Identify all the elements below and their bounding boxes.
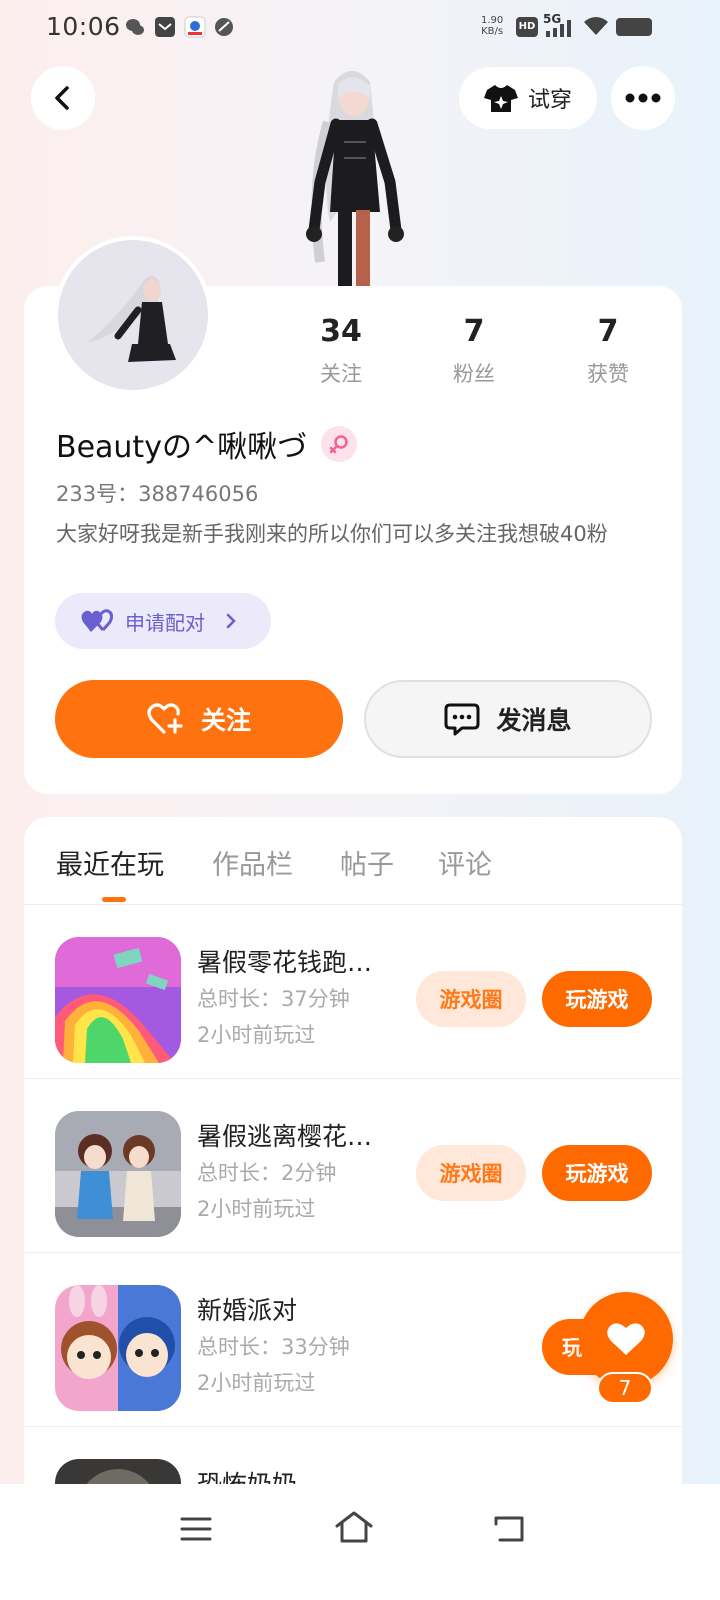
game-title: 暑假零花钱跑… [197,948,373,977]
stat-following-label: 关注 [320,362,362,386]
home-icon[interactable] [334,1510,374,1544]
back-nav-icon[interactable] [494,1514,526,1544]
game-icon[interactable] [55,937,181,1063]
avatar[interactable] [54,236,212,394]
tab-comments[interactable]: 评论 [438,843,492,882]
status-bar: 10:06 1.90 KB/s HD 5G [0,0,720,56]
play-game-button[interactable]: 玩游戏 [542,1145,652,1201]
tab-works[interactable]: 作品栏 [212,843,293,882]
feather-app-icon [215,18,233,36]
signal-icon [546,20,571,37]
play-game-button[interactable]: 玩游戏 [542,971,652,1027]
battery-icon [616,18,652,36]
stat-following[interactable]: 34 关注 [281,312,401,388]
more-dots-icon [625,93,661,103]
wechat-icon [126,19,144,35]
net-speed-unit: KB/s [481,26,504,37]
try-on-button[interactable]: 试穿 [459,67,597,129]
wifi-icon [584,17,608,35]
more-button[interactable] [611,66,675,130]
female-icon [321,426,358,462]
tab-recent[interactable]: 最近在玩 [56,843,164,882]
heart-plus-icon [147,703,183,734]
net-speed-value: 1.90 [481,15,504,26]
chevron-right-icon [226,613,236,629]
game-last-played: 2小时前玩过 [197,1371,316,1395]
game-duration: 总时长：2分钟 [197,1161,337,1185]
status-time: 10:06 [46,12,121,41]
bio: 大家好呀我是新手我刚来的所以你们可以多关注我想破40粉 [56,522,608,546]
character-avatar-full [290,62,420,286]
game-row[interactable]: 暑假逃离樱花… 总时长：2分钟 2小时前玩过 游戏圈 玩游戏 [24,1079,682,1253]
game-duration: 总时长：33分钟 [197,1335,350,1359]
net-speed: 1.90 KB/s [481,15,503,37]
username-row: Beautyの^啾啾づ [56,422,358,466]
try-on-label: 试穿 [527,88,572,113]
stat-fans-label: 粉丝 [453,362,495,386]
menu-icon[interactable] [180,1516,212,1542]
game-title: 暑假逃离樱花… [197,1122,373,1151]
apply-pair-label: 申请配对 [125,610,205,635]
mail-app-icon [155,17,175,37]
tab-posts[interactable]: 帖子 [340,843,394,882]
stat-fans[interactable]: 7 粉丝 [414,312,534,388]
send-message-label: 发消息 [496,706,572,735]
send-message-button[interactable]: 发消息 [364,680,652,758]
hd-badge: HD [516,17,538,37]
user-id-label: 233号： [56,482,139,506]
chevron-left-icon [55,86,69,110]
baidu-app-icon [184,16,206,38]
game-row[interactable]: 暑假零花钱跑… 总时长：37分钟 2小时前玩过 游戏圈 玩游戏 [24,905,682,1079]
username: Beautyの^啾啾づ [56,430,308,465]
stat-likes-label: 获赞 [587,362,629,386]
content-card: 最近在玩 作品栏 帖子 评论 暑假零花钱跑… 总时长：37分钟 2小时前玩过 游… [24,817,682,1517]
hearts-icon [81,609,113,632]
follow-label: 关注 [200,706,251,735]
tab-bar: 最近在玩 作品栏 帖子 评论 [24,817,682,905]
game-icon[interactable] [55,1111,181,1237]
stat-likes[interactable]: 7 获赞 [548,312,668,388]
heart-icon [607,1323,645,1355]
back-button[interactable] [31,66,95,130]
game-last-played: 2小时前玩过 [197,1197,316,1221]
user-id: 233号：388746056 [56,478,258,508]
tab-indicator [102,897,126,902]
user-id-value: 388746056 [138,482,259,506]
stat-fans-value: 7 [463,314,485,349]
avatar-image [88,275,176,362]
game-last-played: 2小时前玩过 [197,1023,316,1047]
apply-pair-button[interactable]: 申请配对 [55,593,271,649]
game-circle-button[interactable]: 游戏圈 [416,971,526,1027]
follow-button[interactable]: 关注 [55,680,343,758]
game-icon[interactable] [55,1285,181,1411]
game-circle-button[interactable]: 游戏圈 [416,1145,526,1201]
game-title: 新婚派对 [197,1296,298,1325]
tshirt-icon [483,85,518,112]
system-nav-bar [0,1484,720,1600]
game-duration: 总时长：37分钟 [197,987,350,1011]
chat-bubble-icon [444,703,480,736]
like-count: 7 [597,1372,653,1404]
stat-following-value: 34 [320,314,362,349]
stat-likes-value: 7 [597,314,619,349]
